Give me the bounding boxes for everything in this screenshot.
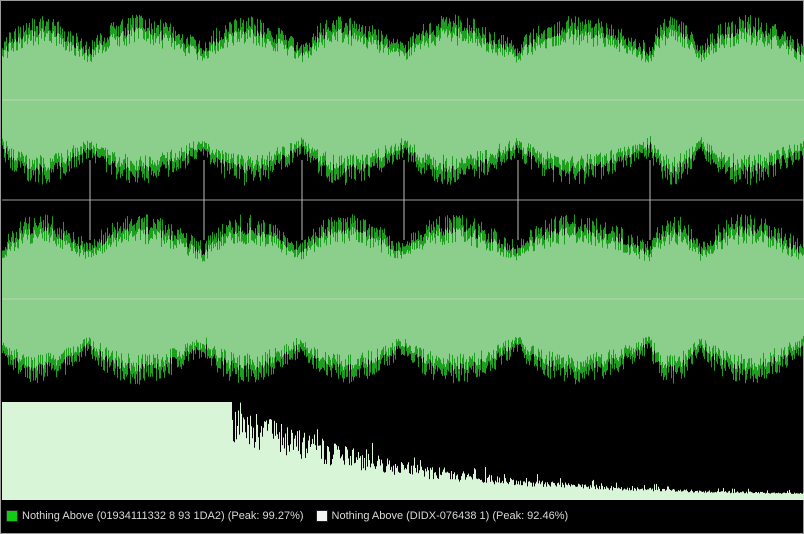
waveform-viewer[interactable]: Nothing Above (01934111332 8 93 1DA2) (P… [0, 0, 804, 534]
waveform-canvas[interactable] [2, 2, 804, 502]
legend-item-track-1: Nothing Above (01934111332 8 93 1DA2) (P… [6, 510, 304, 522]
legend-swatch-track-2 [315, 510, 328, 522]
spectrum-bars [2, 402, 804, 500]
legend-item-track-2: Nothing Above (DIDX-076438 1) (Peak: 92.… [315, 510, 569, 522]
spectrum-panel [2, 402, 804, 500]
legend-bar: Nothing Above (01934111332 8 93 1DA2) (P… [2, 500, 802, 532]
legend-swatch-track-1 [6, 510, 18, 522]
channel-2-waveform [2, 214, 804, 385]
legend-label-track-1: Nothing Above (01934111332 8 93 1DA2) (P… [22, 510, 304, 522]
legend-label-track-2: Nothing Above (DIDX-076438 1) (Peak: 92.… [331, 510, 569, 522]
channel-1-waveform [2, 14, 804, 186]
